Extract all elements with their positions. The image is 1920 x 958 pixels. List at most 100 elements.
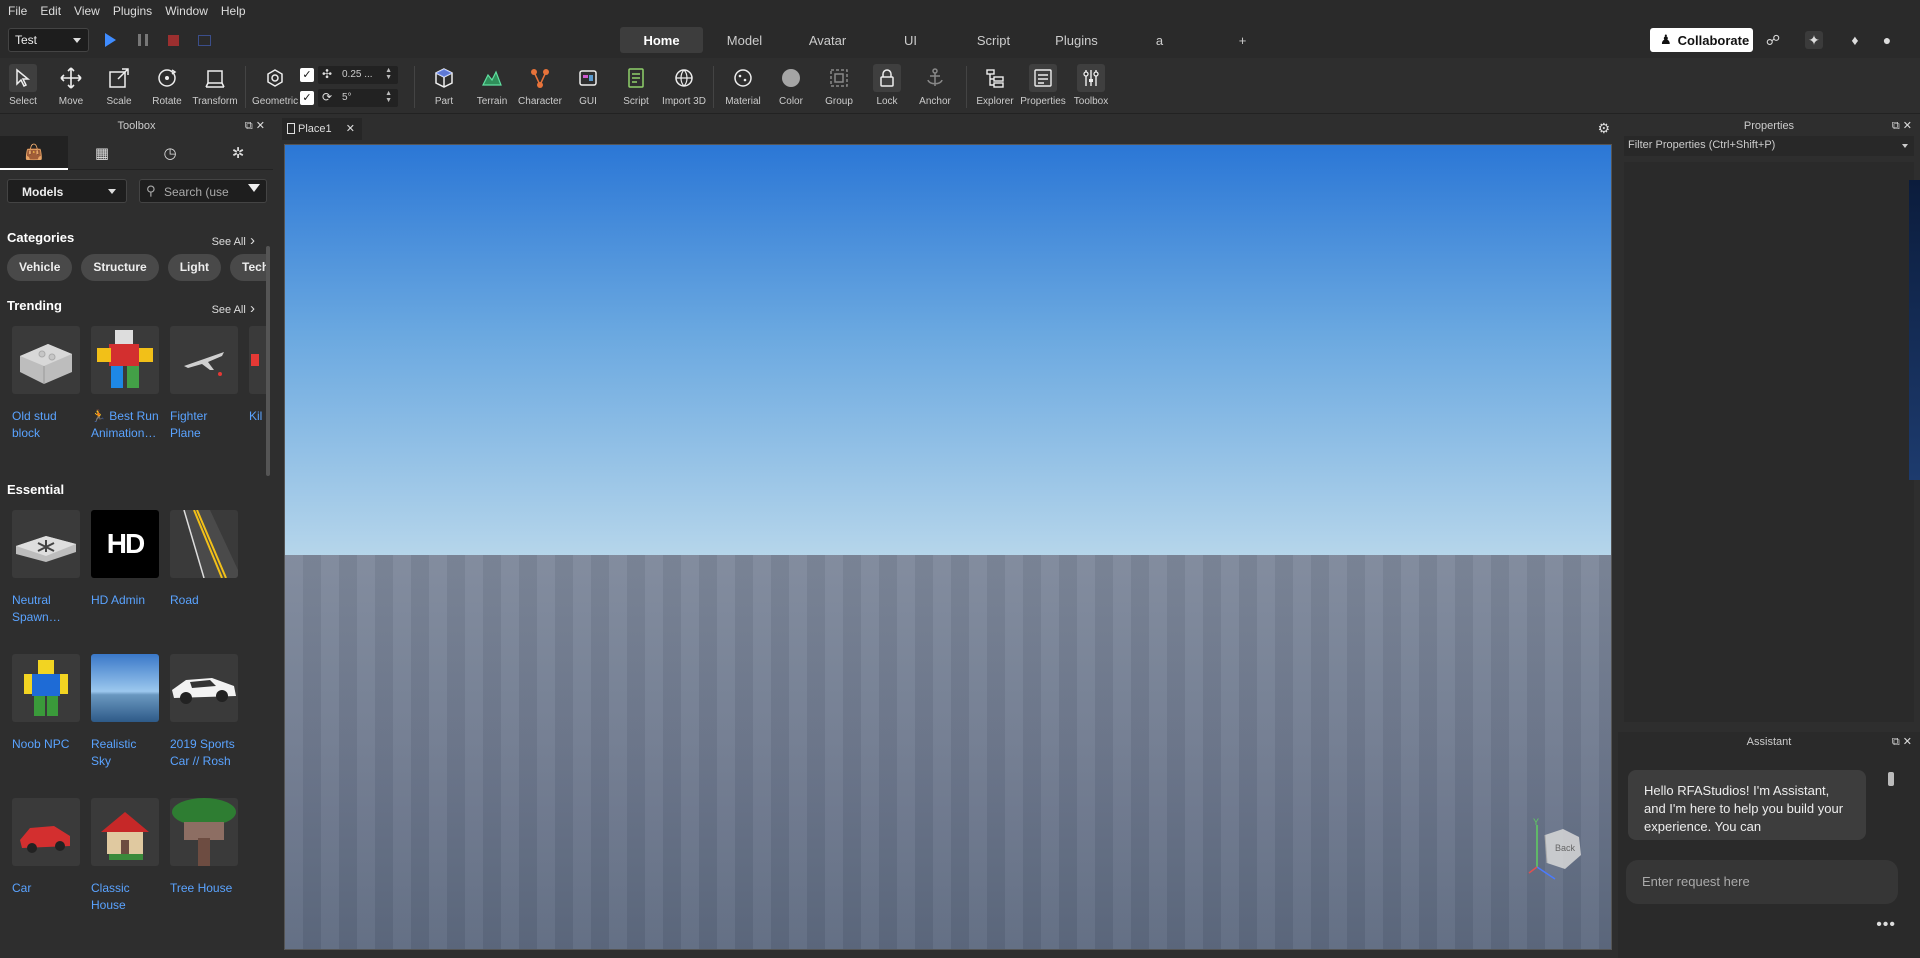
categories-see-all[interactable]: See All: [212, 232, 255, 249]
geometric-tool[interactable]: Geometric: [252, 64, 298, 107]
chip-vehicle[interactable]: Vehicle: [7, 254, 73, 281]
tab-ui[interactable]: UI: [869, 27, 952, 53]
item-name[interactable]: Kil Ob: [249, 408, 267, 442]
menu-plugins[interactable]: Plugins: [113, 4, 152, 18]
item-name[interactable]: Car: [12, 880, 80, 914]
models-dropdown[interactable]: Models: [7, 179, 127, 203]
item-name[interactable]: 2019 Sports Car // Rosh: [170, 736, 238, 770]
list-item[interactable]: Fighter Plane: [170, 326, 238, 442]
list-item[interactable]: 2019 Sports Car // Rosh: [170, 654, 238, 770]
assistant-request-input[interactable]: Enter request here: [1626, 860, 1898, 904]
spinner-icon[interactable]: ▲ ▼: [385, 67, 392, 81]
chip-tech[interactable]: Tech: [230, 254, 267, 281]
toolbox-search-input[interactable]: ⚲ Search (use: [139, 179, 267, 203]
undock-icon[interactable]: ⧉: [1892, 736, 1900, 748]
list-item[interactable]: Kil Ob: [249, 326, 267, 442]
collaborate-button[interactable]: ♟ Collaborate: [1650, 28, 1753, 52]
avatar-icon[interactable]: ●: [1878, 31, 1896, 49]
anchor-tool[interactable]: Anchor: [912, 64, 958, 107]
more-options-icon[interactable]: •••: [1876, 916, 1896, 934]
item-name[interactable]: Neutral Spawn…: [12, 592, 80, 626]
item-name[interactable]: Fighter Plane: [170, 408, 238, 442]
list-item[interactable]: Neutral Spawn…: [12, 510, 80, 626]
list-item[interactable]: HD HD Admin: [91, 510, 159, 626]
toolbox-scrollbar[interactable]: [266, 246, 270, 476]
assistant-scrollbar[interactable]: [1888, 772, 1894, 786]
recent-clock-icon[interactable]: ◷: [136, 136, 204, 170]
share-icon[interactable]: ☍: [1764, 31, 1782, 49]
chip-structure[interactable]: Structure: [81, 254, 159, 281]
part-tool[interactable]: Part: [421, 64, 467, 107]
tab-script[interactable]: Script: [952, 27, 1035, 53]
inventory-grid-icon[interactable]: ▦: [68, 136, 136, 170]
move-snap-checkbox[interactable]: ✓: [300, 68, 314, 82]
chevron-down-icon[interactable]: [1902, 144, 1908, 148]
stop-icon[interactable]: [168, 35, 179, 46]
rotate-snap-input[interactable]: ⟳ 5° ▲ ▼: [318, 89, 398, 107]
menu-view[interactable]: View: [74, 4, 100, 18]
material-tool[interactable]: Material: [720, 64, 766, 107]
item-name[interactable]: Road: [170, 592, 238, 626]
explorer-tool[interactable]: Explorer: [972, 64, 1018, 107]
item-name[interactable]: Realistic Sky: [91, 736, 159, 770]
list-item[interactable]: Classic House: [91, 798, 159, 914]
3d-viewport[interactable]: Back Y: [284, 144, 1612, 950]
terrain-tool[interactable]: Terrain: [469, 64, 515, 107]
list-item[interactable]: 🏃 Best Run Animation…: [91, 326, 159, 442]
rotate-tool[interactable]: Rotate: [144, 64, 190, 107]
undock-icon[interactable]: ⧉: [1892, 120, 1900, 132]
view-cube-gizmo[interactable]: Back Y: [1525, 817, 1585, 881]
toolbox-tool[interactable]: Toolbox: [1068, 64, 1114, 107]
undock-icon[interactable]: ⧉: [245, 120, 253, 132]
character-tool[interactable]: Character: [517, 64, 563, 107]
tab-model[interactable]: Model: [703, 27, 786, 53]
menu-window[interactable]: Window: [165, 4, 208, 18]
lock-tool[interactable]: Lock: [864, 64, 910, 107]
list-item[interactable]: Car: [12, 798, 80, 914]
color-tool[interactable]: Color: [768, 64, 814, 107]
tab-plugins[interactable]: Plugins: [1035, 27, 1118, 53]
ai-sparkle-icon[interactable]: ✦: [1805, 31, 1823, 49]
trending-see-all[interactable]: See All: [212, 300, 255, 317]
pause-icon[interactable]: [138, 34, 148, 46]
tab-avatar[interactable]: Avatar: [786, 27, 869, 53]
rotate-snap-checkbox[interactable]: ✓: [300, 91, 314, 105]
tab-home[interactable]: Home: [620, 27, 703, 53]
filter-properties-input[interactable]: Filter Properties (Ctrl+Shift+P): [1624, 136, 1914, 156]
test-mode-dropdown[interactable]: Test: [8, 28, 89, 52]
select-tool[interactable]: Select: [0, 64, 46, 107]
frame-icon[interactable]: [198, 35, 211, 46]
script-tool[interactable]: Script: [613, 64, 659, 107]
close-icon[interactable]: ✕: [256, 120, 265, 132]
gui-tool[interactable]: GUI: [565, 64, 611, 107]
move-tool[interactable]: Move: [48, 64, 94, 107]
move-snap-input[interactable]: ✣ 0.25 ... ▲ ▼: [318, 66, 398, 84]
group-tool[interactable]: Group: [816, 64, 862, 107]
tab-place1[interactable]: Place1 ✕: [282, 118, 362, 140]
tab-a[interactable]: a: [1118, 27, 1201, 53]
list-item[interactable]: Realistic Sky: [91, 654, 159, 770]
filter-icon[interactable]: [248, 184, 260, 192]
close-icon[interactable]: ✕: [1903, 120, 1912, 132]
item-name[interactable]: 🏃 Best Run Animation…: [91, 408, 159, 442]
shopping-bag-icon[interactable]: 👜: [0, 136, 68, 170]
close-icon[interactable]: ✕: [1903, 736, 1912, 748]
menu-edit[interactable]: Edit: [40, 4, 61, 18]
creations-lightbulb-icon[interactable]: ✲: [204, 136, 272, 170]
scale-tool[interactable]: Scale: [96, 64, 142, 107]
chip-light[interactable]: Light: [167, 254, 222, 281]
menu-help[interactable]: Help: [221, 4, 246, 18]
gear-icon[interactable]: ⚙: [1597, 120, 1610, 137]
transform-tool[interactable]: Transform: [192, 64, 238, 107]
close-icon[interactable]: ✕: [346, 122, 355, 135]
list-item[interactable]: Old stud block: [12, 326, 80, 442]
item-name[interactable]: Tree House: [170, 880, 238, 914]
spinner-icon[interactable]: ▲ ▼: [385, 90, 392, 104]
item-name[interactable]: HD Admin: [91, 592, 159, 626]
add-tab-button[interactable]: +: [1201, 27, 1284, 53]
properties-tool[interactable]: Properties: [1020, 64, 1066, 107]
menu-file[interactable]: File: [8, 4, 27, 18]
item-name[interactable]: Old stud block: [12, 408, 80, 442]
item-name[interactable]: Classic House: [91, 880, 159, 914]
play-icon[interactable]: [105, 33, 116, 47]
